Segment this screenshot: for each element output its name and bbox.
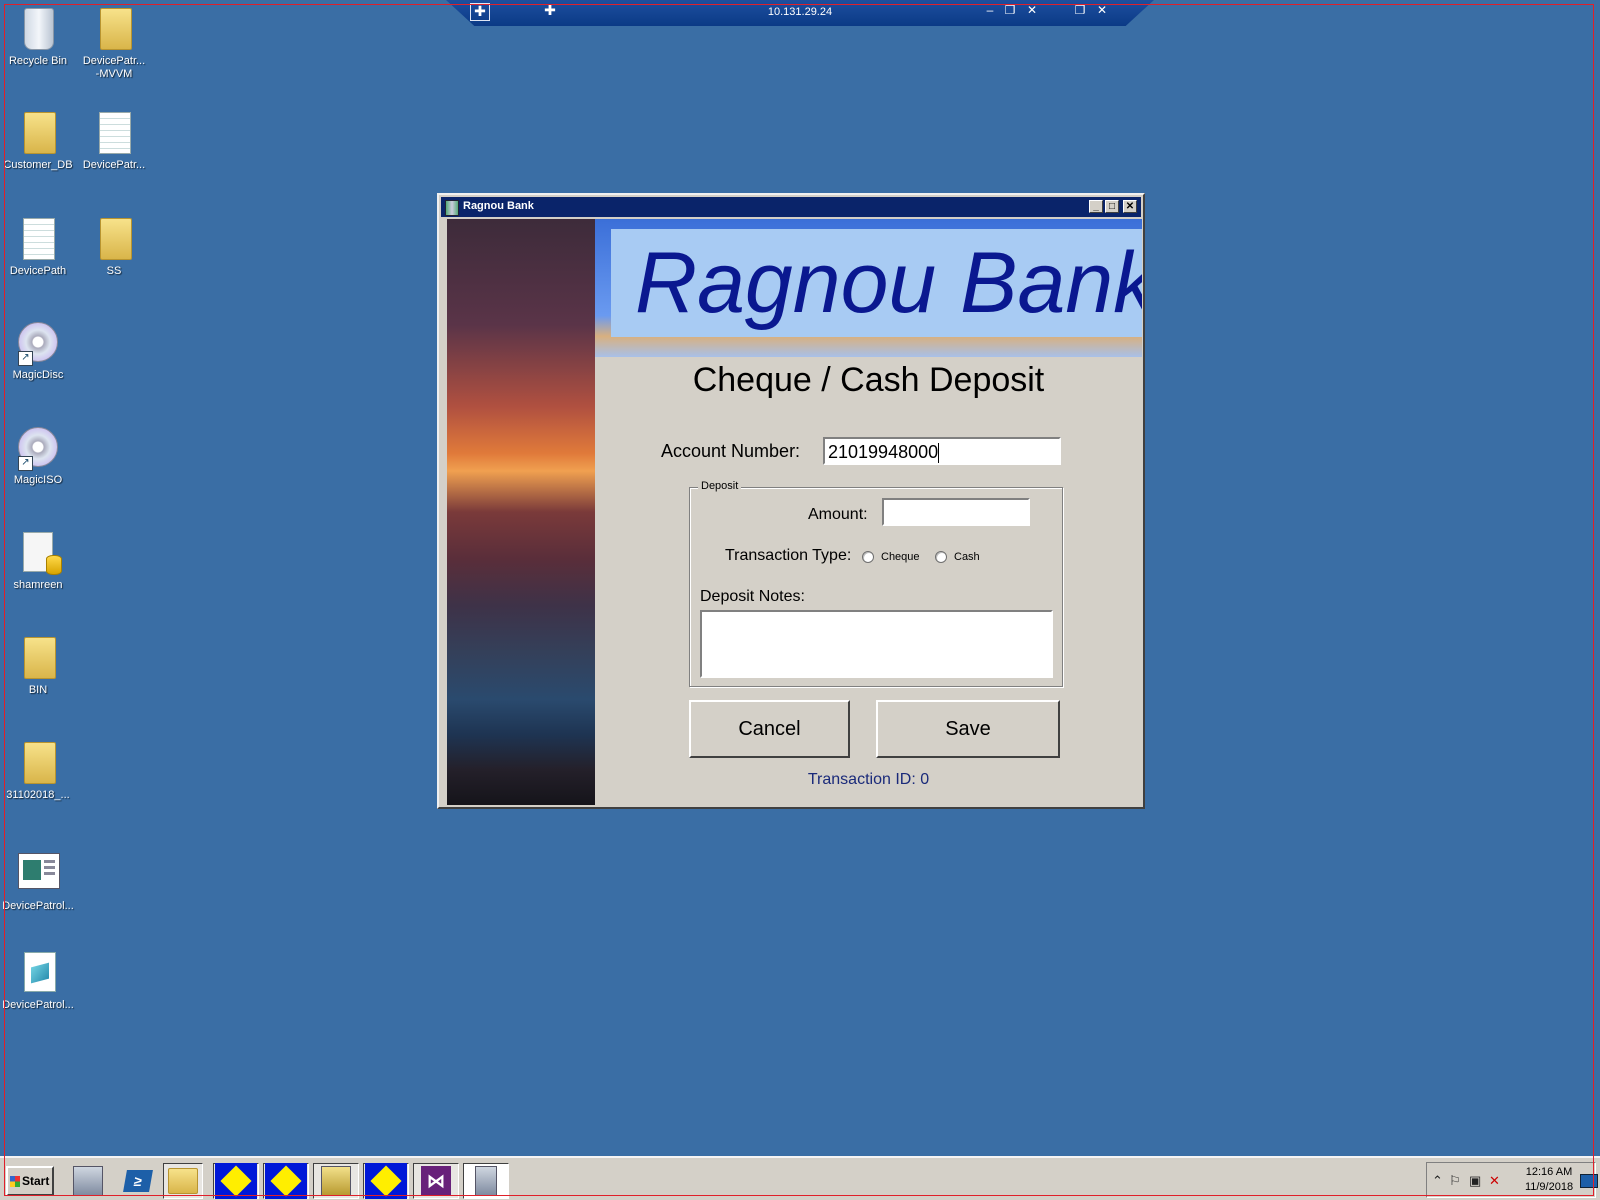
desktop-icon-label: DevicePatrol...: [2, 900, 74, 912]
cancel-button[interactable]: Cancel: [689, 700, 850, 758]
desktop-icon-devicepath[interactable]: DevicePath: [0, 218, 76, 278]
desktop-icon-label: 31102018_...: [6, 789, 70, 801]
desktop-icon-label: DevicePatr...: [82, 159, 146, 171]
desktop-icon-devicepatrol-doc[interactable]: DevicePatr...: [76, 112, 152, 172]
desktop-icon-label: shamreen: [13, 579, 63, 591]
ragnou-bank-app-icon[interactable]: [463, 1163, 509, 1199]
desktop-icon-label: SS: [106, 265, 122, 277]
server-manager-icon[interactable]: [68, 1163, 108, 1199]
rdp-minimize-button[interactable]: –: [982, 3, 998, 17]
desktop-icon-label: MagicDisc: [12, 369, 64, 381]
desktop-icon-label: DevicePath: [9, 265, 67, 277]
xml-document-icon: [18, 952, 58, 996]
rdp-host-label: 10.131.29.24: [767, 6, 833, 18]
volume-muted-icon[interactable]: ✕: [1489, 1173, 1500, 1189]
desktop-icon-label: MagicISO: [13, 474, 63, 486]
flag-icon[interactable]: ⚐: [1449, 1173, 1461, 1189]
clock-date: 11/9/2018: [1524, 1181, 1574, 1193]
chevron-up-icon[interactable]: ⌃: [1432, 1173, 1443, 1189]
radio-cash[interactable]: Cash: [935, 551, 980, 563]
tools-icon[interactable]: [313, 1163, 359, 1199]
desktop-icon-devicepatrol-mvvm[interactable]: DevicePatr... -MVVM: [76, 8, 152, 81]
visual-studio-icon[interactable]: ⋈: [413, 1163, 459, 1199]
file-explorer-icon[interactable]: [163, 1163, 203, 1199]
disc-shortcut-icon: ↗: [18, 322, 58, 366]
account-number-label: Account Number:: [661, 441, 801, 461]
amount-label: Amount:: [808, 506, 868, 523]
window-title: Ragnou Bank: [463, 200, 534, 212]
desktop-icon-recycle-bin[interactable]: Recycle Bin: [0, 8, 76, 68]
powershell-icon[interactable]: ≥: [118, 1163, 158, 1199]
folder-icon: [18, 742, 58, 786]
deposit-notes-label: Deposit Notes:: [700, 588, 805, 605]
text-caret: [938, 443, 940, 464]
folder-icon: [94, 8, 134, 52]
folder-icon: [94, 218, 134, 262]
text-document-icon: [18, 218, 58, 262]
deposit-groupbox: Deposit Amount: Transaction Type: Cheque…: [689, 480, 1063, 687]
window-app-icon: [18, 853, 60, 897]
deposit-notes-field[interactable]: [700, 610, 1053, 678]
ragnou-bank-window: Ragnou Bank _ □ ✕ Ragnou Bank Cheque / C…: [437, 193, 1145, 809]
desktop-icon-31102018[interactable]: 31102018_...: [0, 742, 76, 802]
window-maximize-button[interactable]: □: [1105, 200, 1119, 213]
desktop-icon-shamreen[interactable]: shamreen: [0, 532, 76, 592]
radio-button-icon: [935, 551, 947, 563]
desktop-icon-ss[interactable]: SS: [76, 218, 152, 278]
disc-shortcut-icon: ↗: [18, 427, 58, 471]
account-number-field[interactable]: 21019948000: [823, 437, 1061, 465]
radio-cheque-label: Cheque: [881, 551, 920, 563]
start-label: Start: [22, 1174, 50, 1188]
desktop-icon-magiciso[interactable]: ↗ MagicISO: [0, 427, 76, 487]
window-close-button[interactable]: ✕: [1123, 200, 1137, 213]
clock-time: 12:16 AM: [1525, 1166, 1573, 1178]
start-button[interactable]: Start: [6, 1166, 54, 1196]
desktop-icon-label: DevicePatrol...: [2, 999, 74, 1011]
yellow-diamond-app-icon[interactable]: [263, 1163, 309, 1199]
save-button[interactable]: Save: [876, 700, 1060, 758]
network-icon[interactable]: ▣: [1469, 1173, 1481, 1189]
app-building-icon: [445, 200, 459, 216]
rdp-close-button[interactable]: ✕: [1094, 3, 1110, 17]
desktop-icon-label: BIN: [28, 684, 48, 696]
database-document-icon: [18, 532, 62, 576]
sunset-photo: [447, 219, 595, 805]
recycle-bin-icon: [18, 8, 58, 52]
desktop-icon-label: DevicePatr... -MVVM: [82, 55, 146, 80]
rdp-connection-bar[interactable]: ✚ ✚ 10.131.29.24 – ❐ ✕ ❐ ✕: [446, 0, 1154, 26]
radio-cash-label: Cash: [954, 551, 980, 563]
window-titlebar[interactable]: Ragnou Bank _ □ ✕: [441, 197, 1141, 217]
taskbar: Start ≥ ⋈ ⌃ ⚐ ▣ ✕ 12:16 AM 11/9/2018: [0, 1156, 1600, 1200]
system-tray: ⌃ ⚐ ▣ ✕ 12:16 AM 11/9/2018: [1426, 1162, 1596, 1198]
folder-icon: [18, 637, 58, 681]
desktop-icon-label: Recycle Bin: [8, 55, 68, 67]
transaction-id-label: Transaction ID: 0: [807, 771, 930, 788]
window-minimize-button[interactable]: _: [1089, 200, 1103, 213]
amount-field[interactable]: [882, 498, 1030, 526]
show-desktop-button[interactable]: [1580, 1174, 1598, 1188]
banner-title: Ragnou Bank: [635, 235, 1142, 331]
clock[interactable]: 12:16 AM 11/9/2018: [1519, 1165, 1579, 1195]
bank-banner: Ragnou Bank: [595, 219, 1142, 357]
yellow-diamond-app-icon[interactable]: [213, 1163, 259, 1199]
rdp-restore-button[interactable]: ❐: [1002, 3, 1018, 17]
text-document-icon: [94, 112, 134, 156]
yellow-diamond-app-icon[interactable]: [363, 1163, 409, 1199]
desktop-icon-bin[interactable]: BIN: [0, 637, 76, 697]
desktop-icon-customer-db[interactable]: Customer_DB: [0, 112, 76, 172]
desktop-icon-magicdisc[interactable]: ↗ MagicDisc: [0, 322, 76, 382]
radio-button-icon: [862, 551, 874, 563]
folder-icon: [18, 112, 58, 156]
windows-logo-icon: [10, 1175, 20, 1187]
rdp-close-button[interactable]: ✕: [1024, 3, 1040, 17]
rdp-restore-button[interactable]: ❐: [1072, 3, 1088, 17]
desktop-icon-devicepatrol-xml[interactable]: DevicePatrol...: [0, 952, 76, 1012]
account-number-value: 21019948000: [828, 442, 939, 462]
desktop-icon-devicepatrol-app[interactable]: DevicePatrol...: [0, 847, 76, 913]
form-title: Cheque / Cash Deposit: [692, 361, 1045, 399]
desktop-icon-label: Customer_DB: [3, 159, 73, 171]
deposit-group-title: Deposit: [698, 480, 742, 492]
radio-cheque[interactable]: Cheque: [862, 551, 920, 563]
transaction-type-label: Transaction Type:: [725, 547, 852, 564]
